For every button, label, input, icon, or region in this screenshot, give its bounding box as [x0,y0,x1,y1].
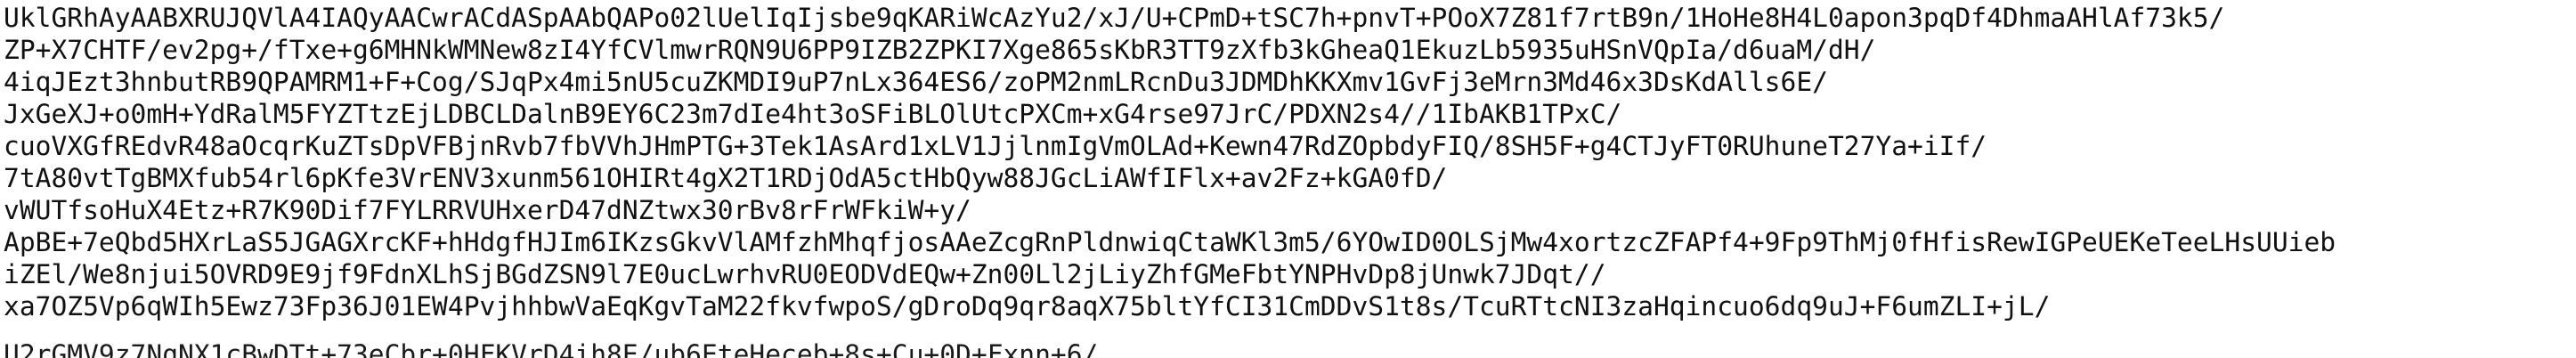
text-line-5: cuoVXGfREdvR48aOcqrKuZTsDpVFBjnRvb7fbVVh… [4,131,1987,161]
text-line-11-partial: U2rGMV9z7NqNX1cBwDTt+73eCbr+0HFKVrD4ih8E… [4,339,1099,358]
text-line-10: xa7OZ5Vp6qWIh5Ewz73Fp36J01EW4PvjhhbwVaEq… [4,291,2051,321]
text-line-4: JxGeXJ+o0mH+YdRalM5FYZTtzEjLDBCLDalnB9EY… [4,99,1622,129]
text-line-7: vWUTfsoHuX4Etz+R7K90Dif7FYLRRVUHxerD47dN… [4,195,971,225]
text-line-1: UklGRhAyAABXRUJQVlA4IAQyAACwrACdASpAAbQA… [4,3,2225,33]
text-line-6: 7tA80vtTgBMXfub54rl6pKfe3VrENV3xunm561OH… [4,163,1448,193]
text-line-9: iZEl/We8njui5OVRD9E9jf9FdnXLhSjBGdZSN9l7… [4,259,1606,289]
encoded-text-document: UklGRhAyAABXRUJQVlA4IAQyAACwrACdASpAAbQA… [0,0,2576,358]
text-line-3: 4iqJEzt3hnbutRB9QPAMRM1+F+Cog/SJqPx4mi5n… [4,67,1828,97]
text-line-8: ApBE+7eQbd5HXrLaS5JGAGXrcKF+hHdgfHJIm6IK… [4,227,2336,257]
text-line-2: ZP+X7CHTF/ev2pg+/fTxe+g6MHNkWMNew8zI4YfC… [4,35,1876,65]
